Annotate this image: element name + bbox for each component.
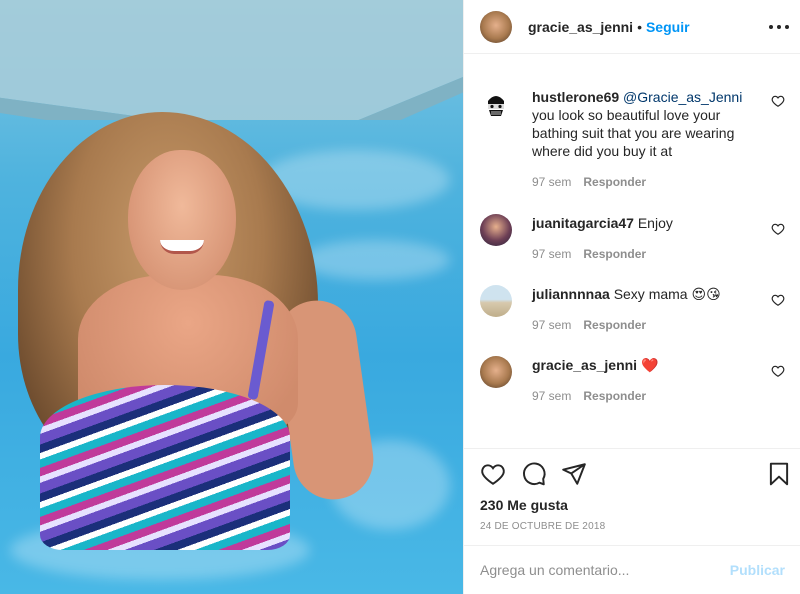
post-actions bbox=[464, 448, 800, 498]
comment-list[interactable]: hustlerone69 @Gracie_as_Jenni you look s… bbox=[464, 55, 800, 447]
comment-meta: 97 sem Responder bbox=[532, 318, 646, 332]
header-separator: • bbox=[637, 18, 642, 35]
comment-text: gracie_as_jenni ❤️ bbox=[532, 356, 762, 374]
heart-icon[interactable] bbox=[771, 364, 785, 378]
pool-edge bbox=[0, 0, 463, 120]
post-header: gracie_as_jenni • Seguir bbox=[464, 0, 800, 54]
commenter-username[interactable]: juliannnnaa bbox=[532, 286, 610, 302]
commenter-avatar[interactable] bbox=[480, 356, 512, 388]
comment-text: hustlerone69 @Gracie_as_Jenni you look s… bbox=[532, 88, 762, 160]
commenter-username[interactable]: hustlerone69 bbox=[532, 89, 619, 105]
follow-button[interactable]: Seguir bbox=[646, 19, 690, 35]
comment-body: you look so beautiful love your bathing … bbox=[532, 107, 735, 159]
heart-icon[interactable] bbox=[771, 94, 785, 108]
person-face bbox=[128, 150, 236, 290]
water-ripple bbox=[300, 240, 450, 280]
commenter-avatar[interactable] bbox=[480, 214, 512, 246]
skull-mask-icon bbox=[482, 90, 510, 118]
comment-time[interactable]: 97 sem bbox=[532, 389, 571, 403]
likes-count[interactable]: 230 Me gusta bbox=[480, 497, 568, 513]
comment-mention[interactable]: @Gracie_as_Jenni bbox=[623, 89, 742, 105]
comment-meta: 97 sem Responder bbox=[532, 247, 646, 261]
commenter-username[interactable]: juanitagarcia47 bbox=[532, 215, 634, 231]
comment-body: ❤️ bbox=[640, 357, 659, 373]
reply-button[interactable]: Responder bbox=[583, 389, 646, 403]
reply-button[interactable]: Responder bbox=[583, 175, 646, 189]
comment-time[interactable]: 97 sem bbox=[532, 318, 571, 332]
send-icon[interactable] bbox=[561, 461, 587, 487]
commenter-avatar[interactable] bbox=[480, 88, 512, 120]
reply-button[interactable]: Responder bbox=[583, 318, 646, 332]
comment-text: juliannnnaa Sexy mama 😍😘 bbox=[532, 285, 762, 303]
comment-time[interactable]: 97 sem bbox=[532, 247, 571, 261]
add-comment-bar: Agrega un comentario... Publicar bbox=[464, 545, 800, 594]
post-date[interactable]: 24 DE OCTUBRE DE 2018 bbox=[480, 521, 605, 532]
comment-text: juanitagarcia47 Enjoy bbox=[532, 214, 762, 232]
post-photo[interactable] bbox=[0, 0, 463, 594]
comment-time[interactable]: 97 sem bbox=[532, 175, 571, 189]
heart-icon[interactable] bbox=[771, 293, 785, 307]
publish-button[interactable]: Publicar bbox=[730, 562, 785, 578]
comment-icon[interactable] bbox=[521, 461, 547, 487]
bookmark-icon[interactable] bbox=[766, 461, 792, 487]
heart-icon[interactable] bbox=[771, 222, 785, 236]
author-avatar[interactable] bbox=[480, 10, 512, 43]
comment-input[interactable]: Agrega un comentario... bbox=[480, 562, 730, 578]
author-username[interactable]: gracie_as_jenni bbox=[528, 19, 633, 35]
commenter-avatar[interactable] bbox=[480, 285, 512, 317]
comment-meta: 97 sem Responder bbox=[532, 175, 646, 189]
reply-button[interactable]: Responder bbox=[583, 247, 646, 261]
heart-icon[interactable] bbox=[480, 461, 506, 487]
comment-body: Sexy mama 😍😘 bbox=[613, 286, 721, 302]
more-horizontal-icon[interactable] bbox=[769, 17, 789, 37]
comment-meta: 97 sem Responder bbox=[532, 389, 646, 403]
post-side-panel: gracie_as_jenni • Seguir hustlerone69 @G… bbox=[463, 0, 800, 594]
commenter-username[interactable]: gracie_as_jenni bbox=[532, 357, 637, 373]
swimsuit bbox=[40, 385, 290, 550]
comment-body: Enjoy bbox=[637, 215, 673, 231]
